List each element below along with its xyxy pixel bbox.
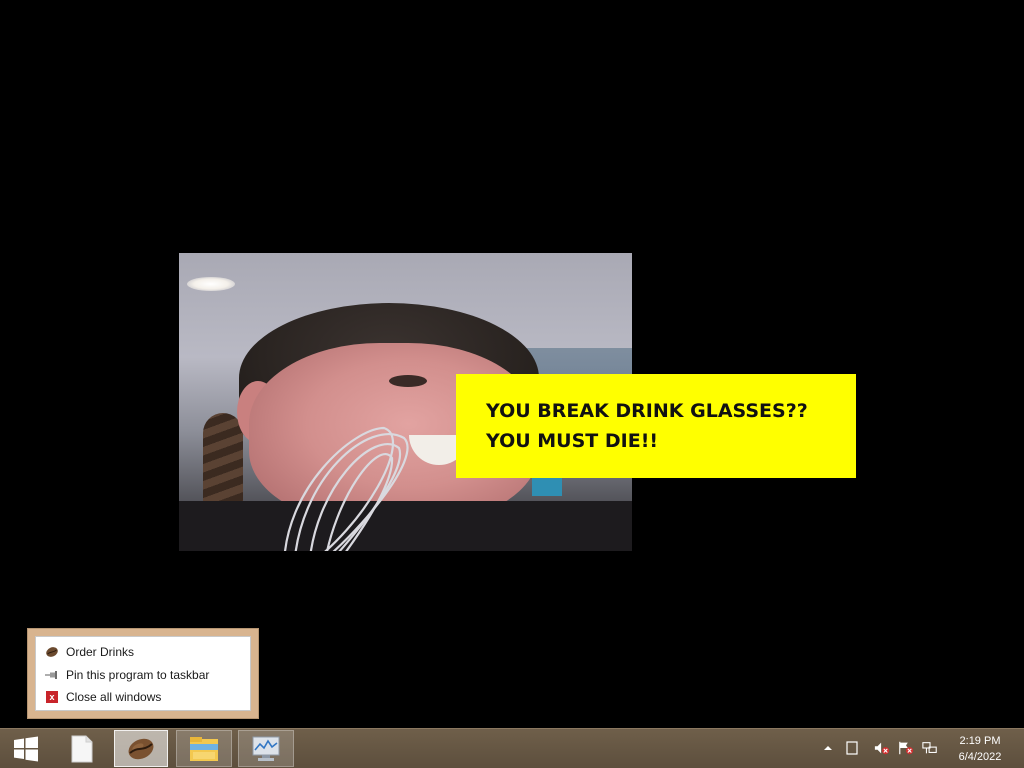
network-icon (922, 742, 937, 754)
taskbar-order-drinks-button[interactable] (114, 730, 168, 767)
taskbar: 2:19 PM 6/4/2022 (0, 728, 1024, 768)
jump-list-item-label: Order Drinks (66, 645, 135, 659)
taskbar-clock[interactable]: 2:19 PM 6/4/2022 (948, 733, 1012, 765)
jump-list-item-order-drinks[interactable]: Order Drinks (45, 642, 245, 662)
taskbar-jump-list: Order Drinks Pin this program to taskbar… (27, 628, 259, 719)
blank-file-icon (71, 735, 93, 762)
taskbar-file-button[interactable] (62, 730, 102, 767)
chevron-up-icon (824, 746, 832, 750)
action-center-flag-button[interactable] (898, 740, 914, 756)
clock-time: 2:19 PM (959, 735, 1001, 747)
action-center-button[interactable] (844, 740, 860, 756)
coffee-bean-icon (128, 738, 154, 759)
whisk-icon (284, 426, 409, 551)
meme-caption-banner: YOU BREAK DRINK GLASSES?? YOU MUST DIE!! (456, 374, 856, 478)
volume-muted-icon (874, 742, 890, 755)
jump-list-item-close-all[interactable]: x Close all windows (45, 687, 245, 707)
show-hidden-icons-button[interactable] (820, 740, 836, 756)
coffee-bean-icon (45, 645, 59, 659)
caption-line-1: YOU BREAK DRINK GLASSES?? (486, 400, 808, 422)
close-icon: x (45, 690, 59, 704)
flag-icon (899, 741, 914, 755)
caption-line-2: YOU MUST DIE!! (486, 430, 659, 452)
windows-logo-icon (14, 736, 38, 761)
network-button[interactable] (922, 740, 938, 756)
volume-button[interactable] (874, 740, 890, 756)
jump-list-item-label: Close all windows (66, 690, 162, 704)
jump-list-item-pin[interactable]: Pin this program to taskbar (45, 665, 245, 685)
background-cabinet (532, 478, 562, 496)
pin-icon (45, 668, 59, 682)
taskbar-performance-monitor-button[interactable] (238, 730, 294, 767)
jump-list-item-label: Pin this program to taskbar (66, 668, 210, 682)
action-center-icon (846, 741, 858, 755)
taskbar-file-explorer-button[interactable] (176, 730, 232, 767)
jump-list-panel: Order Drinks Pin this program to taskbar… (35, 636, 251, 711)
ceiling-light (187, 277, 235, 291)
clock-date: 6/4/2022 (958, 751, 1002, 763)
monitor-icon (252, 736, 280, 761)
show-desktop-button[interactable] (1018, 729, 1024, 768)
start-button[interactable] (6, 730, 46, 767)
desktop: YOU BREAK DRINK GLASSES?? YOU MUST DIE!!… (0, 0, 1024, 728)
folder-icon (190, 736, 218, 761)
eye (389, 375, 427, 387)
